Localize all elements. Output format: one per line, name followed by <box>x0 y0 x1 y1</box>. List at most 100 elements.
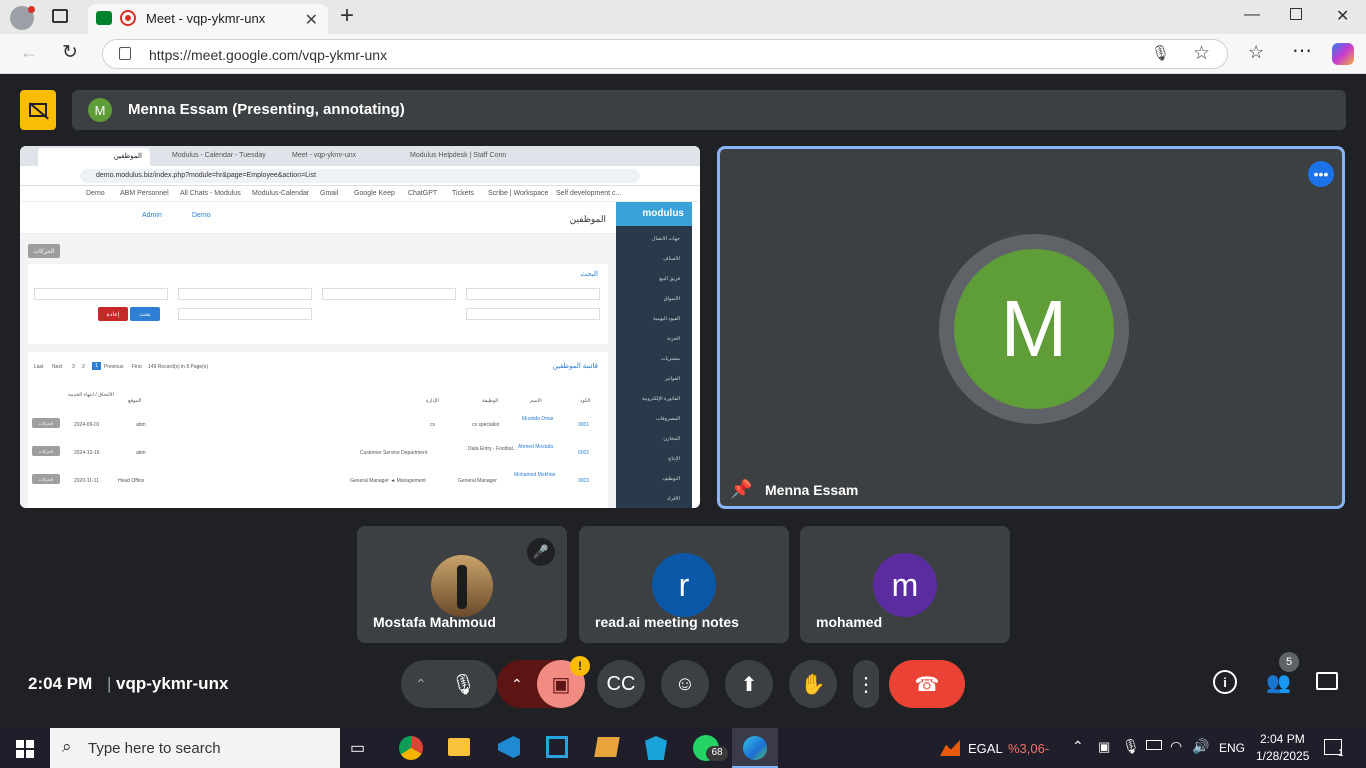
shared-cell: 0001 <box>578 422 590 428</box>
participant-tile[interactable]: r read.ai meeting notes <box>579 526 789 643</box>
bookmark: ChatGPT <box>408 190 438 197</box>
muted-mic-icon: 🎤 <box>527 538 555 566</box>
shared-row-action: الحركات <box>32 474 60 484</box>
site-info-icon[interactable] <box>119 47 131 60</box>
edge-taskbar-item[interactable] <box>732 728 778 768</box>
presenting-label: Menna Essam (Presenting, annotating) <box>128 101 405 118</box>
bookmark: Gmail <box>320 190 339 197</box>
present-screen-icon[interactable]: ⬆ <box>725 660 773 708</box>
shared-cell: General Manager ◄ Management <box>350 478 426 484</box>
camera-tray-icon[interactable]: ▣ <box>1098 739 1110 755</box>
close-window-icon[interactable]: ✕ <box>1336 6 1349 26</box>
shared-field <box>466 288 600 300</box>
file-explorer-icon[interactable] <box>448 738 470 756</box>
self-video-tile[interactable]: ••• M 📌 Menna Essam <box>717 146 1345 509</box>
stop-presenting-icon[interactable] <box>20 90 56 130</box>
stock-change: %3,06- <box>1008 741 1050 756</box>
reload-icon[interactable]: ↻ <box>62 41 78 64</box>
mic-indicator-icon[interactable]: 🎙 <box>1151 44 1170 62</box>
edge-icon <box>743 736 767 760</box>
bookmark: All Chats - Modulus <box>180 190 241 197</box>
shared-reset-btn: إعادة <box>98 307 128 321</box>
battery-icon[interactable] <box>1146 740 1162 750</box>
meet-stage: M Menna Essam (Presenting, annotating) ا… <box>4 74 1362 724</box>
favorites-icon[interactable]: ☆ <box>1248 42 1264 63</box>
folder-app-icon[interactable] <box>594 737 620 757</box>
shared-menu-item: الفواتير <box>664 376 680 382</box>
people-icon[interactable]: 👥 <box>1266 670 1294 694</box>
back-icon[interactable]: ← <box>20 42 38 63</box>
microphone-icon[interactable]: 🎙 <box>451 672 476 697</box>
tab-meet[interactable]: Meet - vqp-ykmr-unx ✕ <box>88 4 328 34</box>
shared-field <box>34 288 168 300</box>
audio-options-icon[interactable]: ⌃ <box>415 676 427 693</box>
shared-menu-item: المخازن <box>663 436 680 442</box>
participant-tile[interactable]: m mohamed <box>800 526 1010 643</box>
shared-cell: Mustafa Omar <box>522 416 554 422</box>
shared-row-action: الحركات <box>32 418 60 428</box>
end-call-icon[interactable]: ☎ <box>889 660 965 708</box>
shared-screen-tile[interactable]: الموظفين Modulus - Calendar - Tuesday Me… <box>20 146 700 508</box>
shared-sidebar: modulus جهات الاتصال الأصناف فريق البيع … <box>616 202 692 508</box>
shared-menu-item: التوظيف <box>662 476 680 482</box>
profile-badge-icon <box>28 6 35 13</box>
emoji-icon[interactable]: ☺ <box>661 660 709 708</box>
language-indicator[interactable]: ENG <box>1219 741 1245 755</box>
windows-start-icon[interactable] <box>16 740 34 758</box>
shared-actions-btn: الحركات <box>28 244 60 258</box>
participant-tile[interactable]: 🎤 Mostafa Mahmoud <box>357 526 567 643</box>
video-options-icon[interactable]: ⌃ <box>511 676 523 693</box>
info-icon[interactable]: i <box>1213 670 1237 694</box>
shared-menu-item: الإنتاج <box>668 456 680 462</box>
tab-actions-icon[interactable] <box>52 9 68 23</box>
shared-logo: modulus <box>616 202 692 226</box>
participant-name: read.ai meeting notes <box>595 614 739 630</box>
shared-tab-strip: الموظفين Modulus - Calendar - Tuesday Me… <box>20 146 700 166</box>
more-options-icon[interactable]: ⋮ <box>853 660 879 708</box>
shared-field <box>178 288 312 300</box>
clock-time[interactable]: 2:04 PM <box>1260 732 1305 746</box>
warning-icon: ! <box>570 656 590 676</box>
mic-tray-icon[interactable]: 🎙 <box>1122 738 1140 755</box>
address-bar: ← ↻ https://meet.google.com/vqp-ykmr-unx… <box>0 34 1366 74</box>
browser-tab-bar: Meet - vqp-ykmr-unx ✕ + — ✕ <box>0 0 1366 34</box>
self-avatar: M <box>954 249 1114 409</box>
favorite-star-icon[interactable]: ☆ <box>1193 42 1210 65</box>
show-hidden-icons-icon[interactable]: ⌃ <box>1072 738 1084 755</box>
new-tab-icon[interactable]: + <box>340 2 354 30</box>
shared-url-text: demo.modulus.biz/index.php?module=hr&pag… <box>96 172 317 179</box>
volume-icon[interactable]: 🔊 <box>1192 738 1209 755</box>
stock-name[interactable]: EGAL <box>968 741 1003 756</box>
shared-col-header: الكود <box>580 398 591 404</box>
task-view-icon[interactable]: ▭ <box>350 738 365 758</box>
shared-col-header: الوظيفة <box>482 398 499 404</box>
bookmark: ABM Personnel <box>120 190 169 197</box>
tile-options-icon[interactable]: ••• <box>1308 161 1334 187</box>
wifi-icon[interactable]: ◠ <box>1170 738 1182 755</box>
shared-field <box>322 288 456 300</box>
restore-icon[interactable] <box>1290 8 1302 20</box>
shared-admin: Admin <box>142 212 162 219</box>
pin-icon[interactable]: 📌 <box>730 479 752 500</box>
clock-date[interactable]: 1/28/2025 <box>1256 749 1309 763</box>
url-field[interactable]: https://meet.google.com/vqp-ykmr-unx 🎙 ☆ <box>102 39 1228 69</box>
chat-icon[interactable] <box>1316 672 1338 690</box>
more-menu-icon[interactable]: ⋯ <box>1292 38 1312 63</box>
recording-icon <box>120 10 136 26</box>
copilot-icon[interactable] <box>1332 43 1354 65</box>
bookmark: Scribe | Workspace <box>488 190 549 197</box>
shared-menu-item: المصروفات <box>656 416 680 422</box>
whatsapp-badge: 68 <box>706 746 728 761</box>
chrome-icon[interactable] <box>399 736 423 760</box>
app-icon[interactable] <box>546 736 568 758</box>
raise-hand-icon[interactable]: ✋ <box>789 660 837 708</box>
minimize-icon[interactable]: — <box>1244 6 1260 24</box>
vscode-icon[interactable] <box>498 736 520 758</box>
search-icon: ⌕ <box>62 737 72 756</box>
vpn-icon[interactable] <box>645 736 667 760</box>
close-tab-icon[interactable]: ✕ <box>305 10 318 30</box>
shared-cell: Data Entry - Footbal... <box>468 446 517 452</box>
captions-icon[interactable]: CC <box>597 660 645 708</box>
shared-cell: abm <box>136 450 146 456</box>
taskbar-search[interactable]: ⌕ Type here to search <box>50 728 340 768</box>
